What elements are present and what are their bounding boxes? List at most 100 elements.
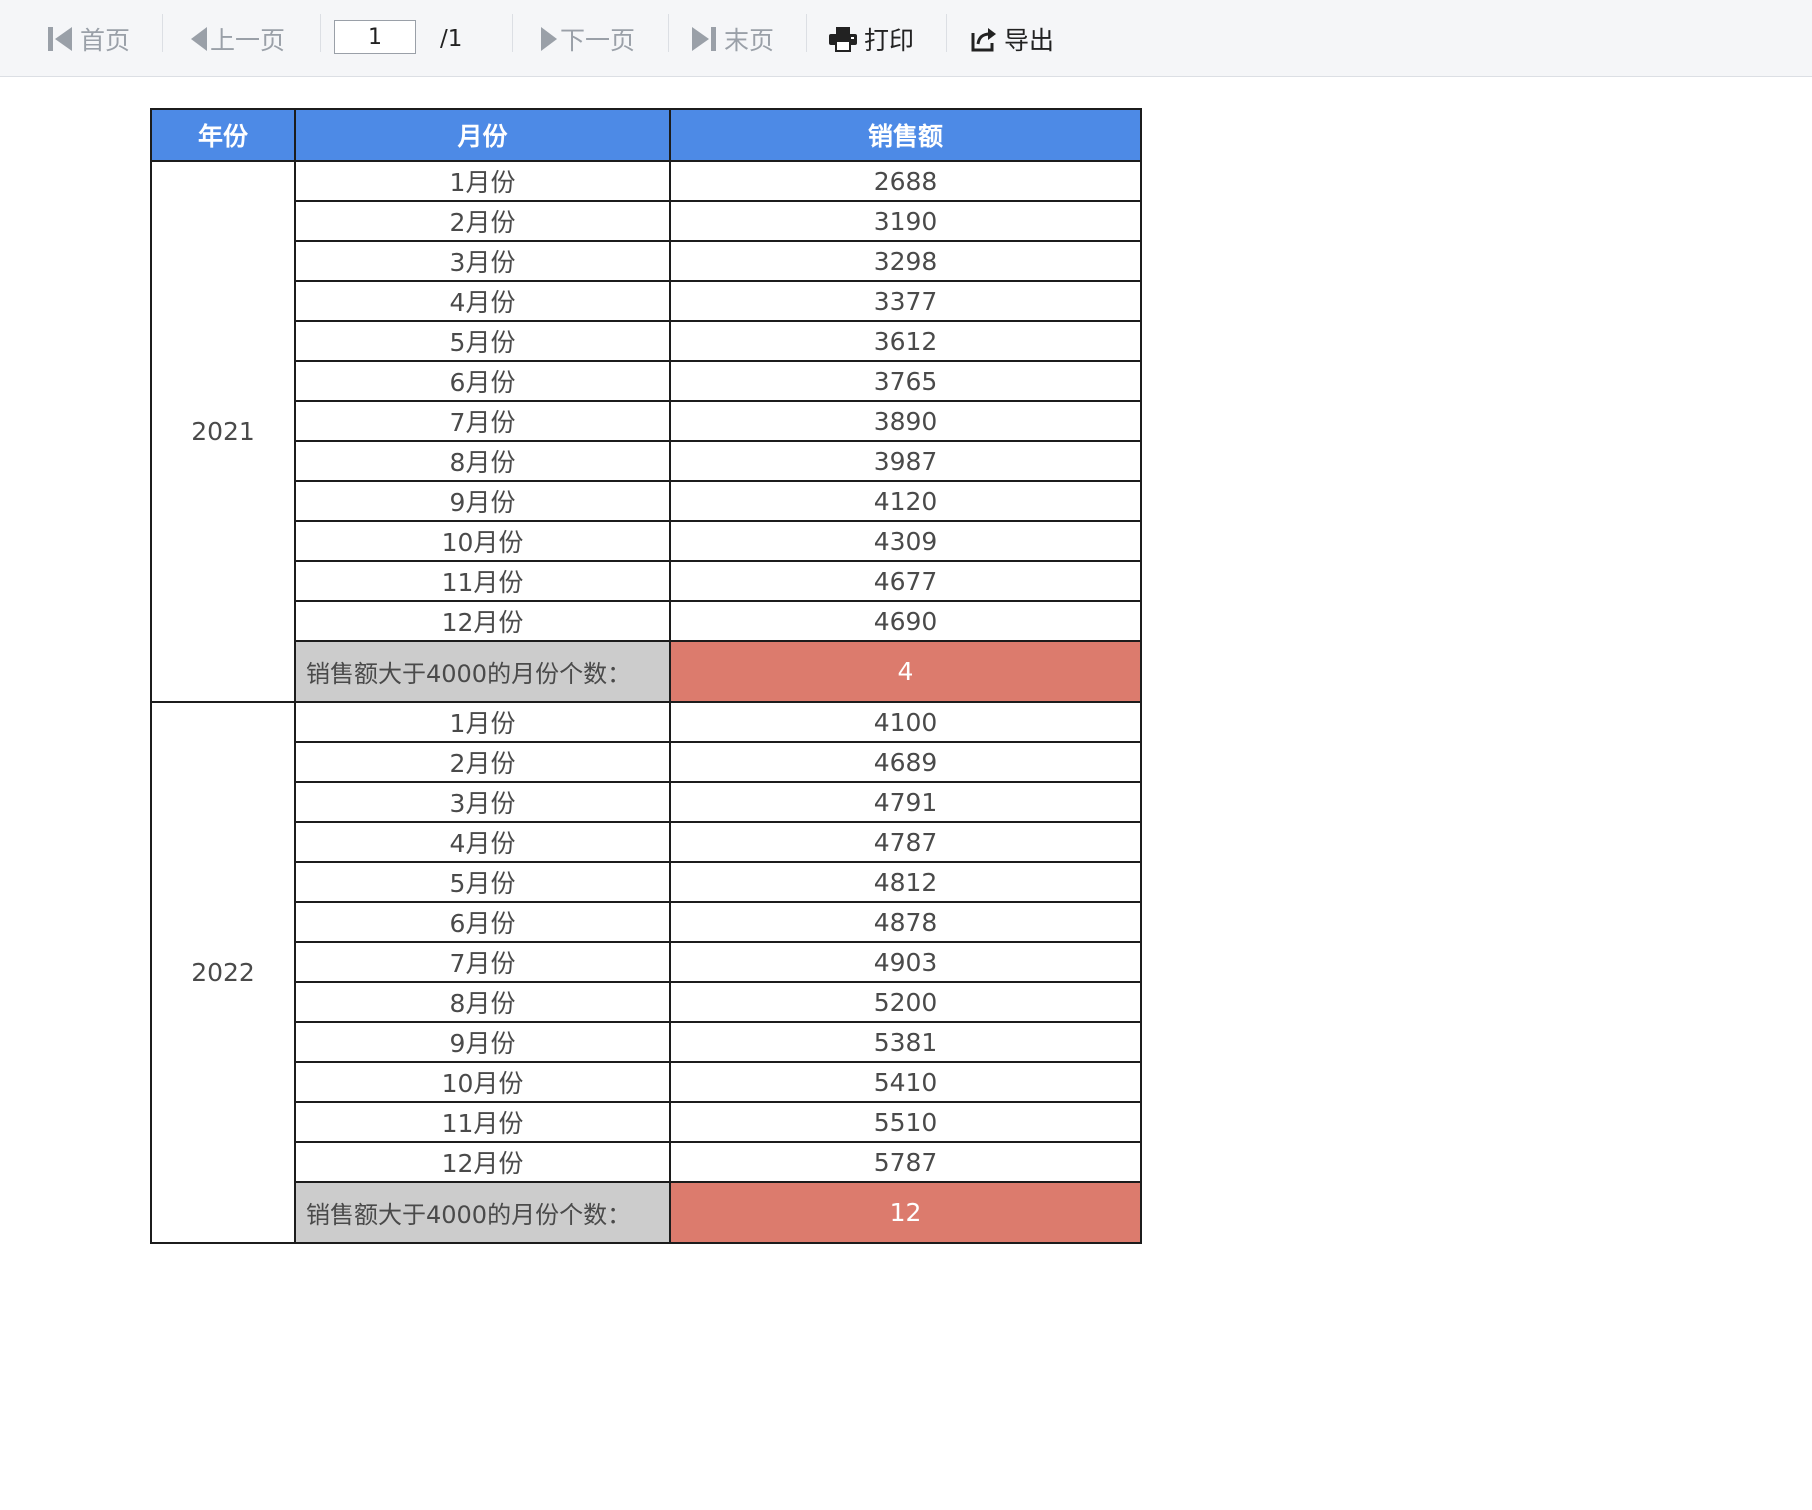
table-row: 10月份 4309: [151, 520, 1142, 562]
month-cell: 8月份: [294, 440, 671, 482]
sales-report-table: 年份 月份 销售额 2021 1月份 2688 2月份 3190 3月份 3298 4月份 33…: [150, 108, 1142, 1244]
column-header-sales: 销售额: [669, 108, 1142, 162]
table-row: 5月份 3612: [151, 320, 1142, 362]
prev-page-icon: [190, 25, 208, 53]
month-cell: 7月份: [294, 941, 671, 983]
sales-cell: 4309: [669, 520, 1142, 562]
table-row: 9月份 5381: [151, 1021, 1142, 1063]
month-cell: 6月份: [294, 901, 671, 943]
month-cell: 2月份: [294, 741, 671, 783]
summary-value: 12: [669, 1181, 1142, 1244]
table-row: 8月份 3987: [151, 440, 1142, 482]
prev-page-label: 上一页: [210, 25, 286, 55]
header-row: 年份 月份 销售额: [150, 108, 1142, 162]
sales-cell: 3612: [669, 320, 1142, 362]
table-row: 4月份 3377: [151, 280, 1142, 322]
month-cell: 11月份: [294, 1101, 671, 1143]
export-label: 导出: [1004, 25, 1055, 55]
summary-label: 销售额大于4000的月份个数：: [294, 640, 671, 703]
sales-cell: 5410: [669, 1061, 1142, 1103]
first-page-icon: [46, 25, 74, 53]
table-row: 7月份 4903: [151, 941, 1142, 983]
next-page-icon: [540, 25, 558, 53]
table-row: 7月份 3890: [151, 400, 1142, 442]
sales-cell: 3765: [669, 360, 1142, 402]
sales-cell: 4689: [669, 741, 1142, 783]
sales-cell: 4100: [669, 701, 1142, 743]
toolbar-divider: [668, 14, 669, 52]
sales-cell: 3190: [669, 200, 1142, 242]
month-cell: 1月份: [294, 160, 671, 202]
sales-cell: 4878: [669, 901, 1142, 943]
sales-cell: 4120: [669, 480, 1142, 522]
month-cell: 4月份: [294, 821, 671, 863]
month-cell: 9月份: [294, 480, 671, 522]
prev-page-button[interactable]: 上一页: [190, 0, 285, 77]
toolbar-divider: [946, 14, 947, 52]
page-total: /1: [440, 25, 463, 52]
table-row: 6月份 3765: [151, 360, 1142, 402]
month-cell: 5月份: [294, 861, 671, 903]
last-page-button[interactable]: 末页: [690, 0, 774, 77]
summary-row: 销售额大于4000的月份个数： 4: [151, 640, 1142, 703]
table-row: 10月份 5410: [151, 1061, 1142, 1103]
month-cell: 12月份: [294, 1141, 671, 1183]
table-row: 2月份 3190: [151, 200, 1142, 242]
sales-cell: 4787: [669, 821, 1142, 863]
month-cell: 6月份: [294, 360, 671, 402]
summary-label: 销售额大于4000的月份个数：: [294, 1181, 671, 1244]
column-header-month: 月份: [294, 108, 671, 162]
table-row: 2月份 4689: [151, 741, 1142, 783]
month-cell: 10月份: [294, 1061, 671, 1103]
sales-cell: 5381: [669, 1021, 1142, 1063]
first-page-label: 首页: [80, 25, 131, 55]
table-row: 5月份 4812: [151, 861, 1142, 903]
month-cell: 11月份: [294, 560, 671, 602]
report-body: 2021 1月份 2688 2月份 3190 3月份 3298 4月份 3377 5月份 3612 6…: [150, 160, 1142, 1244]
print-button[interactable]: 打印: [828, 0, 914, 77]
summary-row: 销售额大于4000的月份个数： 12: [151, 1181, 1142, 1244]
month-cell: 2月份: [294, 200, 671, 242]
toolbar-divider: [162, 14, 163, 52]
next-page-button[interactable]: 下一页: [540, 0, 635, 77]
month-cell: 9月份: [294, 1021, 671, 1063]
last-page-label: 末页: [724, 25, 775, 55]
toolbar-divider: [320, 14, 321, 52]
sales-cell: 4812: [669, 861, 1142, 903]
toolbar-divider: [806, 14, 807, 52]
sales-cell: 3987: [669, 440, 1142, 482]
sales-cell: 4903: [669, 941, 1142, 983]
page-number-input[interactable]: [334, 20, 416, 54]
sales-cell: 5787: [669, 1141, 1142, 1183]
column-header-year: 年份: [150, 108, 296, 162]
month-cell: 3月份: [294, 781, 671, 823]
sales-cell: 3377: [669, 280, 1142, 322]
year-cell: 2022: [150, 701, 296, 1244]
first-page-button[interactable]: 首页: [46, 0, 130, 77]
year-cell: 2021: [150, 160, 296, 703]
printer-icon: [828, 26, 858, 52]
toolbar-divider: [512, 14, 513, 52]
month-cell: 5月份: [294, 320, 671, 362]
table-row: 3月份 3298: [151, 240, 1142, 282]
next-page-label: 下一页: [560, 25, 636, 55]
sales-cell: 2688: [669, 160, 1142, 202]
report-toolbar: 首页 上一页 /1 下一页 末页 打印: [0, 0, 1812, 77]
export-button[interactable]: 导出: [970, 0, 1054, 77]
table-row: 2021 1月份 2688: [150, 160, 1142, 703]
month-cell: 7月份: [294, 400, 671, 442]
table-row: 3月份 4791: [151, 781, 1142, 823]
print-label: 打印: [864, 25, 915, 55]
table-row: 11月份 4677: [151, 560, 1142, 602]
summary-value: 4: [669, 640, 1142, 703]
month-cell: 12月份: [294, 600, 671, 642]
table-row: 11月份 5510: [151, 1101, 1142, 1143]
month-cell: 10月份: [294, 520, 671, 562]
sales-cell: 4791: [669, 781, 1142, 823]
sales-cell: 5510: [669, 1101, 1142, 1143]
table-row: 9月份 4120: [151, 480, 1142, 522]
sales-cell: 3890: [669, 400, 1142, 442]
last-page-icon: [690, 25, 718, 53]
sales-cell: 3298: [669, 240, 1142, 282]
month-cell: 4月份: [294, 280, 671, 322]
